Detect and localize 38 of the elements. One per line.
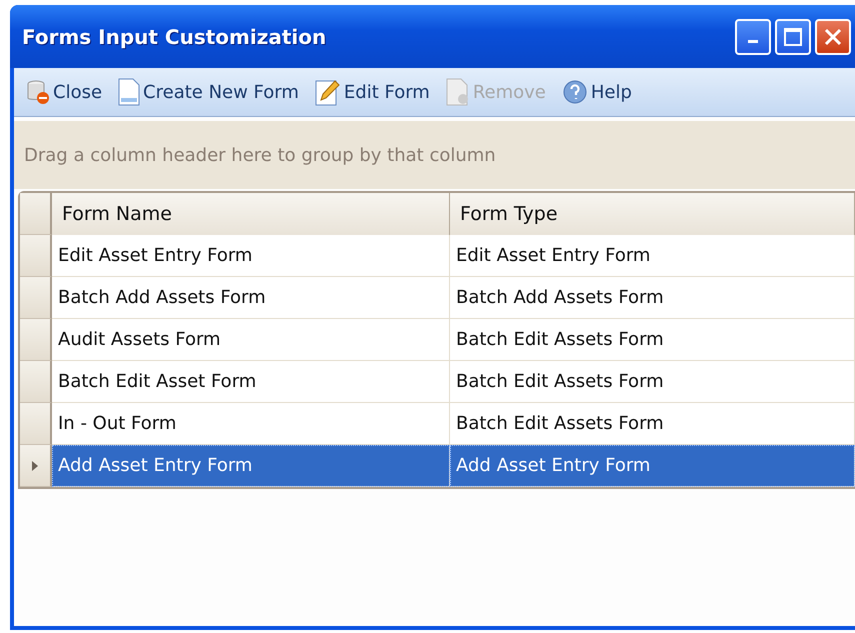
column-header[interactable]: Form Name xyxy=(52,193,450,235)
table-cell[interactable]: Add Asset Entry Form xyxy=(450,445,855,487)
row-indicator[interactable] xyxy=(20,361,52,403)
row-indicator[interactable] xyxy=(20,277,52,319)
table-cell[interactable]: Batch Add Assets Form xyxy=(450,277,855,319)
document-icon xyxy=(446,78,470,106)
table-cell[interactable]: Batch Edit Assets Form xyxy=(450,403,855,445)
document-icon xyxy=(118,78,140,106)
table-cell[interactable]: Batch Edit Assets Form xyxy=(450,319,855,361)
pencil-document-icon xyxy=(314,78,341,106)
table-cell[interactable]: Add Asset Entry Form xyxy=(52,445,450,487)
table-cell[interactable]: Audit Assets Form xyxy=(52,319,450,361)
current-row-icon xyxy=(31,460,39,472)
toolbar-button[interactable]: Create New Form xyxy=(114,76,303,108)
table-cell[interactable]: Batch Add Assets Form xyxy=(52,277,450,319)
close-button[interactable] xyxy=(815,18,851,54)
database-icon xyxy=(26,79,50,105)
row-indicator[interactable] xyxy=(20,235,52,277)
close-icon xyxy=(823,26,843,46)
row-indicator[interactable] xyxy=(20,445,52,487)
table-cell[interactable]: Edit Asset Entry Form xyxy=(52,235,450,277)
window-title: Forms Input Customization xyxy=(22,24,328,48)
table-cell[interactable]: In - Out Form xyxy=(52,403,450,445)
row-indicator[interactable] xyxy=(20,319,52,361)
row-indicator[interactable] xyxy=(20,403,52,445)
table-cell[interactable]: Batch Edit Asset Form xyxy=(52,361,450,403)
table-cell[interactable]: Batch Edit Assets Form xyxy=(450,361,855,403)
group-hint: Drag a column header here to group by that column xyxy=(24,144,496,166)
column-header[interactable]: Form Type xyxy=(450,193,855,235)
minimize-icon xyxy=(748,40,758,43)
toolbar-button[interactable]: Edit Form xyxy=(310,76,434,108)
toolbar-button[interactable]: Close xyxy=(22,77,106,107)
table-cell[interactable]: Edit Asset Entry Form xyxy=(450,235,855,277)
help-icon xyxy=(562,79,588,105)
minimize-button[interactable] xyxy=(735,18,771,54)
maximize-button[interactable] xyxy=(775,18,811,54)
toolbar-button[interactable]: Help xyxy=(558,77,636,107)
maximize-icon xyxy=(783,26,803,46)
